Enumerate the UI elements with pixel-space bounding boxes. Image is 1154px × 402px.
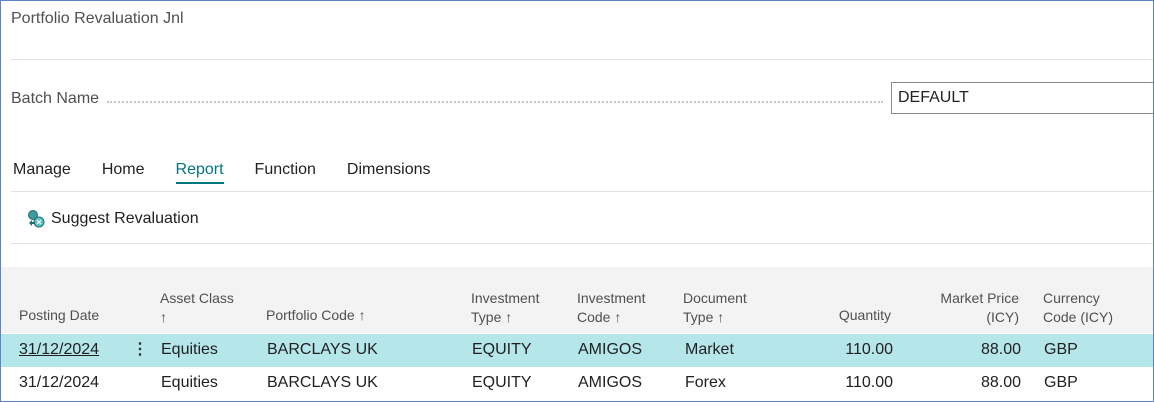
column-header-currency-code[interactable]: Currency Code (ICY)	[1043, 289, 1113, 327]
column-header-portfolio-code[interactable]: Portfolio Code ↑	[266, 306, 366, 325]
field-leader-dots	[107, 101, 883, 103]
column-header-asset-class[interactable]: Asset Class ↑	[160, 289, 234, 327]
sort-ascending-icon: ↑	[505, 309, 513, 325]
suggest-revaluation-icon	[28, 210, 45, 228]
investment-code-cell[interactable]: AMIGOS	[578, 374, 642, 392]
quantity-cell[interactable]: 110.00	[801, 374, 893, 392]
asset-class-cell[interactable]: Equities	[161, 374, 218, 392]
batch-name-label: Batch Name	[11, 90, 100, 107]
table-row[interactable]: 31/12/2024 Equities BARCLAYS UK EQUITY A…	[1, 367, 1153, 400]
divider	[11, 59, 1153, 60]
tab-dimensions[interactable]: Dimensions	[347, 161, 431, 184]
quantity-cell[interactable]: 110.00	[801, 341, 893, 359]
sort-ascending-icon: ↑	[358, 307, 366, 323]
column-header-quantity[interactable]: Quantity	[801, 306, 891, 325]
document-type-cell[interactable]: Forex	[685, 374, 726, 392]
grid-header: Posting Date Asset Class ↑ Portfolio Cod…	[1, 267, 1153, 333]
investment-type-cell[interactable]: EQUITY	[472, 374, 532, 392]
portfolio-code-cell[interactable]: BARCLAYS UK	[267, 374, 378, 392]
tab-report[interactable]: Report	[175, 161, 224, 184]
column-header-investment-code[interactable]: Investment Code ↑	[577, 289, 645, 327]
tab-function[interactable]: Function	[255, 161, 316, 184]
page-title: Portfolio Revaluation Jnl	[11, 10, 184, 27]
column-header-document-type[interactable]: Document Type ↑	[683, 289, 747, 327]
column-header-market-price[interactable]: Market Price (ICY)	[919, 289, 1019, 327]
posting-date-cell[interactable]: 31/12/2024	[19, 374, 99, 392]
divider	[11, 191, 1153, 192]
currency-code-cell[interactable]: GBP	[1044, 341, 1078, 359]
divider	[11, 243, 1153, 244]
currency-code-cell[interactable]: GBP	[1044, 374, 1078, 392]
sort-ascending-icon: ↑	[614, 309, 622, 325]
suggest-revaluation-label: Suggest Revaluation	[51, 210, 199, 227]
market-price-cell[interactable]: 88.00	[919, 341, 1021, 359]
window-frame: Portfolio Revaluation Jnl Batch Name DEF…	[0, 0, 1154, 402]
suggest-revaluation-button[interactable]: Suggest Revaluation	[26, 209, 199, 229]
column-header-posting-date[interactable]: Posting Date	[19, 306, 99, 325]
action-tabs: Manage Home Report Function Dimensions	[13, 161, 462, 184]
row-actions-icon[interactable]: ⋮	[132, 339, 148, 359]
column-header-investment-type[interactable]: Investment Type ↑	[471, 289, 539, 327]
tab-home[interactable]: Home	[102, 161, 145, 184]
sort-ascending-icon: ↑	[717, 309, 725, 325]
market-price-cell[interactable]: 88.00	[919, 374, 1021, 392]
document-type-cell[interactable]: Market	[685, 341, 734, 359]
tab-manage[interactable]: Manage	[13, 161, 71, 184]
asset-class-cell[interactable]: Equities	[161, 341, 218, 359]
investment-code-cell[interactable]: AMIGOS	[578, 341, 642, 359]
investment-type-cell[interactable]: EQUITY	[472, 341, 532, 359]
posting-date-cell[interactable]: 31/12/2024	[19, 341, 99, 359]
batch-name-input[interactable]: DEFAULT	[891, 82, 1153, 114]
table-row[interactable]: 31/12/2024 ⋮ Equities BARCLAYS UK EQUITY…	[1, 334, 1153, 367]
sort-ascending-icon: ↑	[160, 309, 167, 325]
portfolio-code-cell[interactable]: BARCLAYS UK	[267, 341, 378, 359]
